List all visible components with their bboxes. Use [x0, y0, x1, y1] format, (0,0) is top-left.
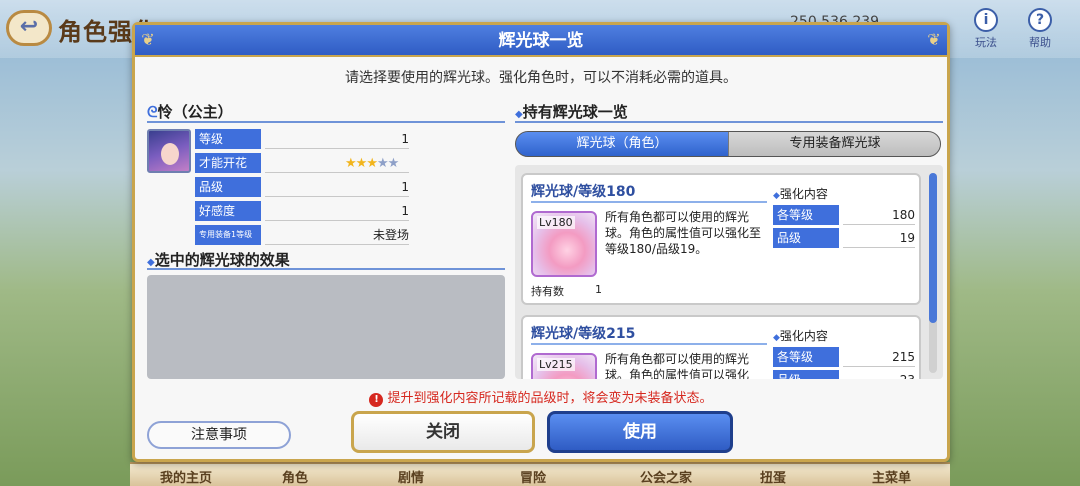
- curl-icon: ᘓ: [147, 103, 158, 121]
- stat-label: 等级: [195, 129, 261, 149]
- stat-row-unique-equip: 专用装备1等级 未登场: [195, 225, 409, 245]
- held-count: 1: [595, 283, 602, 296]
- tab-equipment-orb[interactable]: 专用装备辉光球: [729, 132, 940, 156]
- stat-row-level: 等级 1: [195, 129, 409, 149]
- star-filled-icon: ★: [366, 156, 378, 171]
- ornament-right-icon: ❦: [927, 30, 941, 49]
- stat-value: 1: [265, 129, 409, 149]
- back-button[interactable]: ↩: [6, 10, 52, 46]
- orb-title: 辉光球/等级215: [531, 326, 636, 342]
- stat-value: 1: [265, 177, 409, 197]
- enhance-label: 各等级: [773, 205, 839, 225]
- dialog-title-bar: ❦ 辉光球一览 ❦: [135, 25, 947, 57]
- orb-title: 辉光球/等级180: [531, 184, 636, 200]
- warning-icon: !: [369, 393, 384, 407]
- orb-type-tabs: 辉光球（角色） 专用装备辉光球: [515, 131, 941, 157]
- enhance-label: 各等级: [773, 347, 839, 367]
- gameplay-button[interactable]: i 玩法: [966, 8, 1006, 54]
- help-icon: ?: [1028, 8, 1052, 32]
- ornament-left-icon: ❦: [141, 30, 155, 49]
- stat-value: ★★★★★: [265, 153, 409, 173]
- stat-label: 品级: [195, 177, 261, 197]
- orb-level-badge: Lv215: [537, 358, 575, 371]
- orb-card[interactable]: 辉光球/等级180 Lv180 持有数 1 所有角色都可以使用的辉光球。角色的属…: [521, 173, 921, 305]
- tab-character-orb[interactable]: 辉光球（角色）: [516, 132, 728, 156]
- dialog-instruction: 请选择要使用的辉光球。强化角色时，可以不消耗必需的道具。: [345, 70, 737, 86]
- character-name: ᘓ怜（公主）: [147, 103, 233, 121]
- star-empty-icon: ★: [387, 156, 400, 171]
- orb-list[interactable]: 辉光球/等级180 Lv180 持有数 1 所有角色都可以使用的辉光球。角色的属…: [515, 165, 943, 379]
- stat-label: 好感度: [195, 201, 261, 221]
- help-label: 帮助: [1029, 36, 1051, 49]
- enhance-row: 品级 19: [773, 228, 917, 248]
- notice-button[interactable]: 注意事项: [147, 421, 291, 449]
- list-section-title: ◆持有辉光球一览: [515, 103, 628, 121]
- nav-item-menu[interactable]: 主菜单: [872, 467, 911, 486]
- divider: [515, 121, 943, 123]
- nav-item-story[interactable]: 剧情: [398, 467, 424, 486]
- orb-description: 所有角色都可以使用的辉光球。角色的属性值可以强化: [605, 352, 750, 379]
- diamond-icon: ◆: [773, 333, 780, 343]
- star-filled-icon: ★: [345, 156, 357, 171]
- enhance-label: 品级: [773, 228, 839, 248]
- effect-section-title: ◆选中的辉光球的效果: [147, 251, 290, 269]
- divider: [147, 121, 505, 123]
- glow-orb-icon: Lv215: [531, 353, 597, 379]
- star-filled-icon: ★: [355, 156, 368, 171]
- enhance-row: 品级 23: [773, 370, 917, 379]
- enhance-row: 各等级 215: [773, 347, 917, 367]
- star-rating: ★★★★★: [345, 154, 400, 174]
- gameplay-label: 玩法: [975, 36, 997, 49]
- warning-message: ! 提升到强化内容所记载的品级时，将会变为未装备状态。: [135, 387, 947, 407]
- orb-description: 所有角色都可以使用的辉光球。角色的属性值可以强化至等级180/品级19。: [605, 210, 762, 256]
- use-button[interactable]: 使用: [547, 411, 733, 453]
- stat-label: 才能开花: [195, 153, 261, 173]
- info-icon: i: [974, 8, 998, 32]
- character-avatar: [147, 129, 191, 173]
- nav-item-gacha[interactable]: 扭蛋: [760, 467, 786, 486]
- nav-item-adventure[interactable]: 冒险: [520, 467, 546, 486]
- stat-row-affection: 好感度 1: [195, 201, 409, 221]
- divider: [531, 201, 767, 203]
- enhance-label: 品级: [773, 370, 839, 379]
- help-button[interactable]: ? 帮助: [1020, 8, 1060, 54]
- bottom-navigation: 我的主页 角色 剧情 冒险 公会之家 扭蛋 主菜单: [130, 462, 950, 486]
- dialog-title: 辉光球一览: [498, 31, 584, 51]
- stat-value: 未登场: [265, 225, 409, 245]
- enhance-title: ◆强化内容: [773, 329, 828, 343]
- divider: [531, 343, 767, 345]
- stat-row-talent: 才能开花 ★★★★★: [195, 153, 409, 173]
- list-scrollbar[interactable]: [929, 173, 937, 373]
- close-button[interactable]: 关闭: [351, 411, 535, 453]
- stat-row-rank: 品级 1: [195, 177, 409, 197]
- diamond-icon: ◆: [515, 109, 523, 120]
- diamond-icon: ◆: [147, 257, 155, 268]
- nav-item-home[interactable]: 我的主页: [160, 467, 212, 486]
- glow-orb-list-dialog: ❦ 辉光球一览 ❦ 请选择要使用的辉光球。强化角色时，可以不消耗必需的道具。 ᘓ…: [132, 22, 950, 462]
- held-label: 持有数: [531, 285, 564, 298]
- nav-item-guild[interactable]: 公会之家: [640, 467, 692, 486]
- star-empty-icon: ★: [376, 156, 389, 171]
- stat-value: 1: [265, 201, 409, 221]
- stat-label: 专用装备1等级: [195, 225, 261, 245]
- enhance-title: ◆强化内容: [773, 187, 828, 201]
- diamond-icon: ◆: [773, 191, 780, 201]
- orb-level-badge: Lv180: [537, 216, 575, 229]
- nav-item-character[interactable]: 角色: [282, 467, 308, 486]
- enhance-value: 19: [843, 228, 915, 248]
- enhance-value: 180: [843, 205, 915, 225]
- scrollbar-thumb[interactable]: [929, 173, 937, 323]
- glow-orb-icon: Lv180: [531, 211, 597, 277]
- enhance-row: 各等级 180: [773, 205, 917, 225]
- orb-card[interactable]: 辉光球/等级215 Lv215 所有角色都可以使用的辉光球。角色的属性值可以强化…: [521, 315, 921, 379]
- divider: [147, 268, 505, 270]
- selected-effect-panel: [147, 275, 505, 379]
- enhance-value: 23: [843, 370, 915, 379]
- enhance-value: 215: [843, 347, 915, 367]
